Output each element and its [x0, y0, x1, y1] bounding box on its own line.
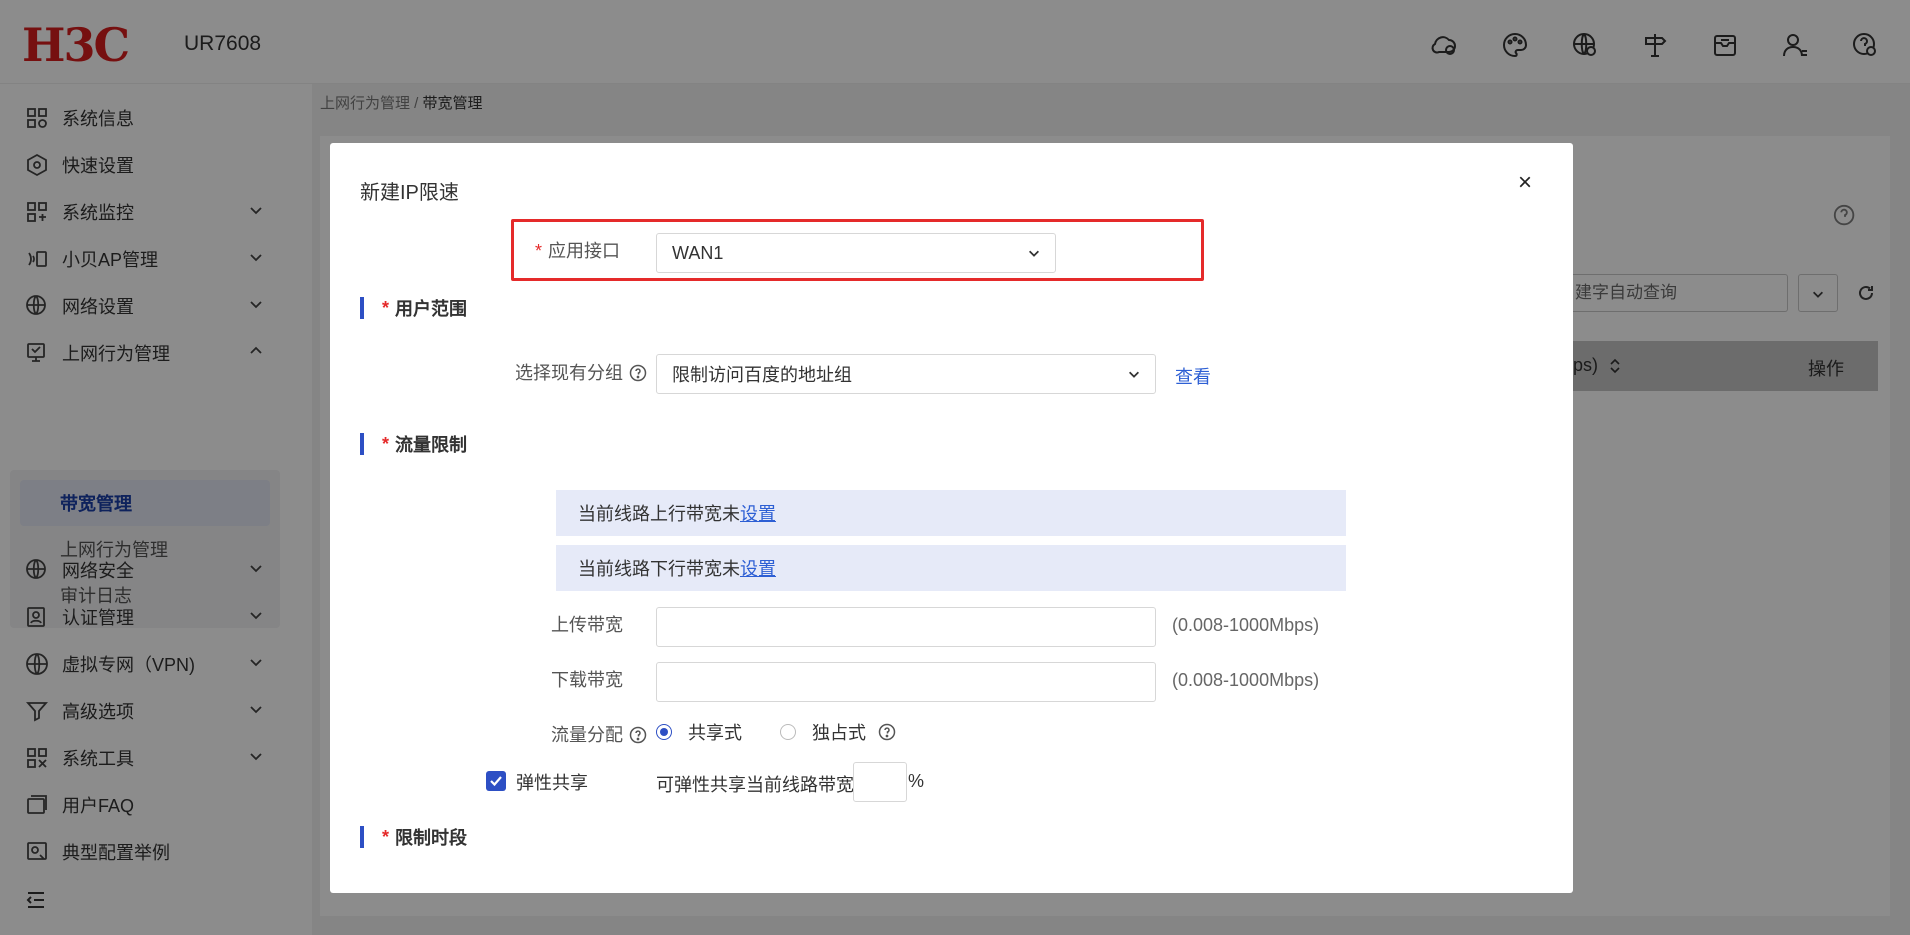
- view-group-link[interactable]: 查看: [1175, 363, 1211, 389]
- elastic-share-text: 可弹性共享当前线路带宽: [656, 775, 854, 795]
- elastic-percent-input[interactable]: [853, 762, 907, 802]
- chevron-down-icon: [1813, 291, 1823, 298]
- downstream-set-link[interactable]: 设置: [740, 555, 776, 581]
- new-ip-limit-dialog: 新建IP限速 × * 应用接口 WAN1 * 用户范围 选择现有分组 限制访问百度…: [330, 143, 1573, 893]
- exclusive-radio[interactable]: 独占式: [780, 719, 896, 745]
- upstream-notice-text: 当前线路上行带宽未: [578, 504, 740, 524]
- help-icon[interactable]: [629, 726, 647, 744]
- downstream-notice-text: 当前线路下行带宽未: [578, 559, 740, 579]
- percent-sign: %: [908, 771, 925, 791]
- background-table-header: ps) 操作: [1573, 341, 1878, 391]
- dialog-title: 新建IP限速: [360, 182, 459, 204]
- background-operation-header: 操作: [1808, 359, 1844, 379]
- shared-radio[interactable]: 共享式: [656, 719, 742, 745]
- shared-label: 共享式: [688, 723, 742, 743]
- elastic-share-label: 弹性共享: [516, 773, 588, 793]
- user-scope-section: * 用户范围: [360, 295, 467, 321]
- background-dropdown-button: [1798, 274, 1838, 312]
- elastic-share-checkbox[interactable]: [486, 771, 506, 791]
- upload-label: 上传带宽: [551, 615, 623, 635]
- distribution-label-text: 流量分配: [551, 725, 623, 745]
- required-mark: *: [382, 826, 390, 847]
- upload-bandwidth-input[interactable]: [656, 607, 1156, 647]
- background-search-input: 建字自动查询: [1573, 274, 1788, 312]
- refresh-icon: [1859, 285, 1873, 300]
- upload-range-hint: (0.008-1000Mbps): [1172, 615, 1320, 635]
- interface-value: WAN1: [672, 242, 724, 263]
- distribution-label: 流量分配: [551, 721, 647, 747]
- traffic-limit-title: 流量限制: [395, 435, 468, 455]
- group-label: 选择现有分组: [515, 359, 647, 385]
- exclusive-label: 独占式: [812, 723, 866, 743]
- close-icon[interactable]: ×: [1513, 171, 1537, 195]
- help-icon[interactable]: [629, 364, 647, 382]
- section-bar: [360, 433, 364, 455]
- required-mark: *: [382, 297, 390, 318]
- user-scope-title: 用户范围: [395, 299, 468, 319]
- upstream-notice: 当前线路上行带宽未 设置: [556, 490, 1346, 536]
- download-bandwidth-input[interactable]: [656, 662, 1156, 702]
- background-column-header: ps): [1573, 355, 1599, 375]
- help-icon[interactable]: [878, 723, 896, 741]
- time-limit-title: 限制时段: [395, 828, 468, 848]
- address-group-value: 限制访问百度的地址组: [672, 365, 852, 385]
- interface-select[interactable]: WAN1: [656, 233, 1056, 273]
- sort-icon: [1610, 358, 1620, 374]
- time-limit-section: * 限制时段: [360, 824, 467, 850]
- checkmark-icon: [490, 776, 502, 787]
- interface-label: * 应用接口: [535, 237, 620, 263]
- traffic-limit-section: * 流量限制: [360, 431, 467, 457]
- required-mark: *: [535, 241, 543, 261]
- download-range-hint: (0.008-1000Mbps): [1172, 670, 1320, 690]
- download-label: 下载带宽: [551, 670, 623, 690]
- address-group-select[interactable]: 限制访问百度的地址组: [656, 354, 1156, 394]
- group-label-text: 选择现有分组: [515, 363, 623, 383]
- required-mark: *: [382, 433, 390, 454]
- chevron-down-icon: [1129, 371, 1139, 378]
- radio-unselected-icon: [780, 724, 796, 740]
- upstream-set-link[interactable]: 设置: [740, 500, 776, 526]
- interface-label-text: 应用接口: [548, 241, 621, 261]
- radio-selected-icon: [656, 724, 672, 740]
- help-icon: [1833, 204, 1855, 226]
- section-bar: [360, 826, 364, 848]
- downstream-notice: 当前线路下行带宽未 设置: [556, 545, 1346, 591]
- chevron-down-icon: [1029, 250, 1039, 257]
- section-bar: [360, 297, 364, 319]
